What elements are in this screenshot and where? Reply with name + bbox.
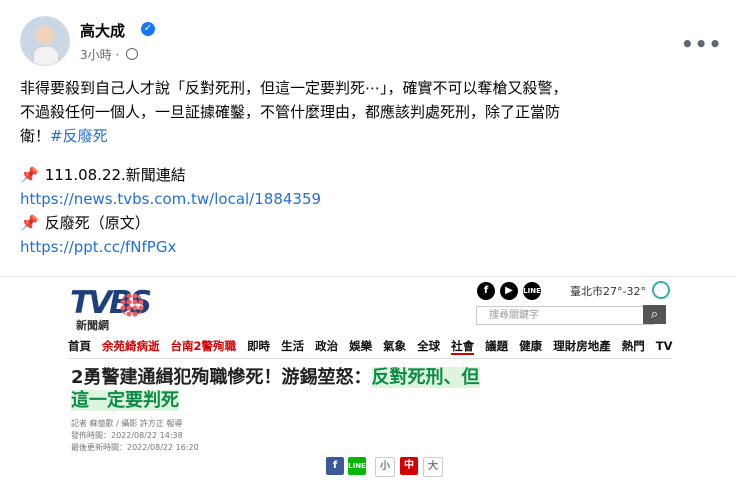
weather-icon [652, 281, 670, 299]
headline-prefix: 2勇警建通緝犯殉職慘死！游錫堃怒： [71, 367, 372, 388]
font-small-button[interactable]: 小 [375, 457, 395, 477]
nav-society[interactable]: 社會 [451, 339, 475, 355]
published-time: 發佈時間：2022/08/22 14:38 [71, 431, 183, 440]
article-byline: 記者 蘇億歡 / 攝影 許方正 報導 發佈時間：2022/08/22 14:38… [71, 418, 199, 454]
source-url-link[interactable]: https://ppt.cc/fNfPGx [20, 235, 321, 259]
news-link-label: 111.08.22.新聞連結 [44, 166, 186, 184]
pushpin-icon: 📌 [20, 214, 39, 232]
check-badge-icon: ✓ [141, 22, 155, 36]
news-nav: 首頁 余苑綺病逝 台南2警殉職 即時 生活 政治 娛樂 氣象 全球 社會 議題 … [68, 338, 672, 356]
nav-issues[interactable]: 議題 [485, 339, 508, 353]
tvbs-logo[interactable]: TVBS 新聞網 [70, 288, 152, 336]
news-link-label-row: 📌 111.08.22.新聞連結 [20, 163, 321, 187]
line-icon[interactable]: LINE [523, 282, 541, 300]
source-link-label: 反廢死（原文） [44, 214, 150, 232]
author-avatar[interactable] [20, 16, 70, 66]
globe-icon [126, 48, 139, 60]
hashtag-link[interactable]: #反廢死 [50, 127, 108, 145]
nav-topic-2[interactable]: 台南2警殉職 [171, 339, 237, 353]
nav-popular[interactable]: 熱門 [622, 339, 645, 353]
nav-health[interactable]: 健康 [519, 339, 542, 353]
facebook-share-icon[interactable]: f [326, 457, 344, 475]
news-url-link[interactable]: https://news.tvbs.com.tw/local/1884359 [20, 187, 321, 211]
search-icon[interactable]: ⌕ [643, 305, 666, 324]
news-screenshot-preview[interactable]: TVBS 新聞網 f ▶ LINE 臺北市27°-32° 搜尋關鍵字 ⌕ 首頁 … [54, 277, 682, 485]
source-link-label-row: 📌 反廢死（原文） [20, 211, 321, 235]
nav-home[interactable]: 首頁 [68, 339, 91, 353]
nav-politics[interactable]: 政治 [315, 339, 338, 353]
nav-topic-1[interactable]: 余苑綺病逝 [102, 339, 160, 353]
post-text-line-2: 不過殺任何一個人，一旦証據確鑿，不管什麼理由，都應該判處死刑，除了正當防 [20, 103, 561, 121]
article-headline[interactable]: 2勇警建通緝犯殉職慘死！游錫堃怒：反對死刑、但這一定要判死 [71, 366, 491, 412]
nav-finance[interactable]: 理財房地產 [553, 339, 611, 353]
more-horizontal-icon[interactable]: ••• [681, 32, 722, 56]
nav-global[interactable]: 全球 [417, 339, 440, 353]
post-body: 非得要殺到自己人才說「反對死刑，但這一定要判死⋯」，確實不可以奪槍又殺警， 不過… [20, 76, 720, 148]
nav-life[interactable]: 生活 [281, 339, 304, 353]
nav-entertainment[interactable]: 娛樂 [349, 339, 372, 353]
font-large-button[interactable]: 大 [423, 457, 443, 477]
post-meta: 3小時 · [80, 46, 139, 63]
facebook-icon[interactable]: f [477, 282, 495, 300]
post-header: 高大成 ✓ 3小時 · ••• [20, 14, 722, 66]
nav-weather[interactable]: 氣象 [383, 339, 406, 353]
weather-location: 臺北市27°-32° [570, 285, 646, 298]
post-text-line-3: 衛！#反廢死 [20, 127, 108, 145]
post-time[interactable]: 3小時 [80, 48, 112, 62]
nav-tv[interactable]: TV [656, 339, 673, 353]
logo-dots-icon [120, 293, 144, 317]
line-share-icon[interactable]: LINE [348, 457, 366, 475]
search-input[interactable]: 搜尋關鍵字 [476, 306, 654, 325]
author-name[interactable]: 高大成 [80, 20, 125, 41]
updated-time: 最後更新時間：2022/08/22 16:20 [71, 443, 199, 452]
reporter-credit: 記者 蘇億歡 / 攝影 許方正 報導 [71, 419, 183, 428]
youtube-icon[interactable]: ▶ [500, 282, 518, 300]
post-links: 📌 111.08.22.新聞連結 https://news.tvbs.com.tw… [20, 163, 321, 259]
font-medium-button[interactable]: 中 [400, 457, 418, 475]
nav-underline [68, 358, 672, 359]
pushpin-icon: 📌 [20, 166, 39, 184]
nav-realtime[interactable]: 即時 [247, 339, 270, 353]
post-text-line-1: 非得要殺到自己人才說「反對死刑，但這一定要判死⋯」，確實不可以奪槍又殺警， [20, 79, 568, 97]
